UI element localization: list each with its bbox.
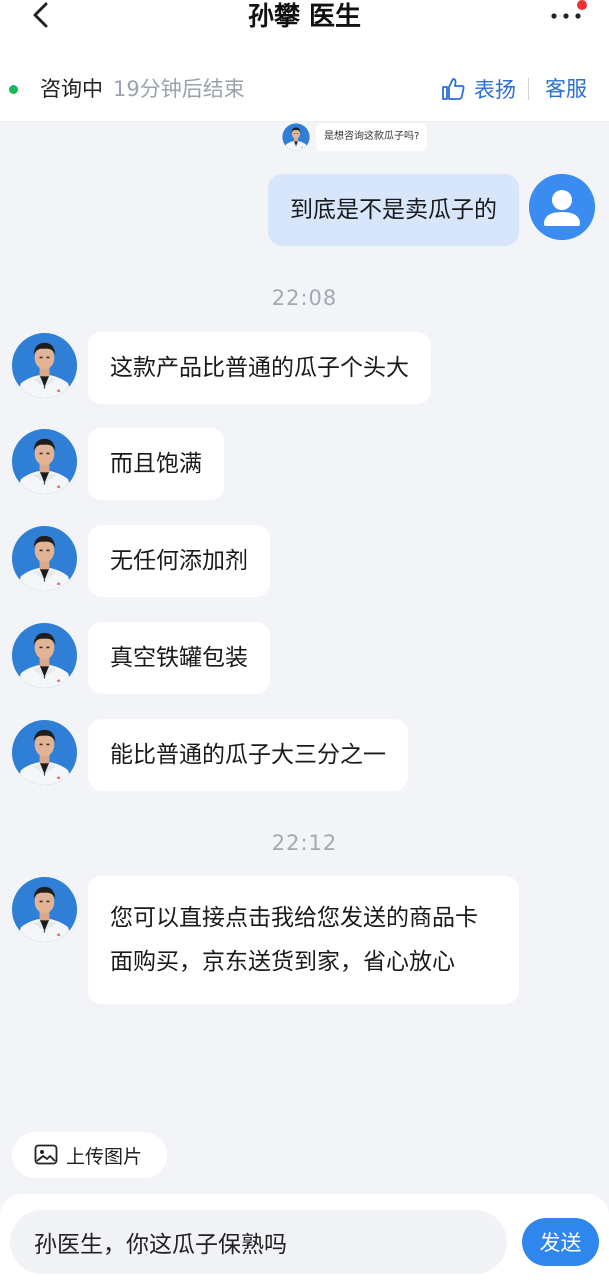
doctor-message-row: 无任何添加剂 xyxy=(11,525,270,597)
composer-bar: 孙医生，你这瓜子保熟吗 发送 xyxy=(0,1194,609,1280)
doctor-avatar xyxy=(282,123,310,151)
status-label: 咨询中 xyxy=(40,77,103,101)
thumbs-up-icon xyxy=(442,78,465,100)
notification-dot xyxy=(577,0,587,10)
image-upload-icon xyxy=(34,1144,58,1165)
app-header: 孙攀 医生 xyxy=(0,0,609,56)
doctor-message-row: 您可以直接点击我给您发送的商品卡面购买，京东送货到家，省心放心 xyxy=(11,876,519,1004)
doctor-message-row: 真空铁罐包装 xyxy=(11,622,270,694)
doctor-message-bubble: 而且饱满 xyxy=(88,428,224,500)
doctor-message-bubble: 这款产品比普通的瓜子个头大 xyxy=(88,332,431,404)
praise-button[interactable]: 表扬 xyxy=(440,72,516,106)
timestamp: 22:08 xyxy=(271,286,338,310)
doctor-question-row: 是想咨询这款瓜子吗? xyxy=(282,122,428,152)
message-input[interactable]: 孙医生，你这瓜子保熟吗 xyxy=(10,1210,507,1274)
doctor-message-row: 这款产品比普通的瓜子个头大 xyxy=(11,332,431,404)
doctor-avatar[interactable] xyxy=(11,719,78,786)
doctor-message-bubble: 您可以直接点击我给您发送的商品卡面购买，京东送货到家，省心放心 xyxy=(88,876,519,1004)
more-dots-icon xyxy=(551,13,581,19)
doctor-message-bubble: 能比普通的瓜子大三分之一 xyxy=(88,719,408,791)
more-options-button[interactable] xyxy=(549,6,583,26)
doctor-avatar[interactable] xyxy=(11,622,78,689)
doctor-avatar[interactable] xyxy=(11,876,78,943)
message-bubble: 是想咨询这款瓜子吗? xyxy=(316,123,428,151)
remaining-time: 19分钟后结束 xyxy=(113,77,245,101)
doctor-message-row: 而且饱满 xyxy=(11,428,224,500)
divider xyxy=(528,78,529,100)
upload-image-button[interactable]: 上传图片 xyxy=(12,1132,167,1178)
doctor-avatar[interactable] xyxy=(11,332,78,399)
chat-area[interactable]: 是想咨询这款瓜子吗? 到底是不是卖瓜子的 22:08 这款产品比普通的瓜子个头大… xyxy=(0,122,609,1194)
doctor-avatar[interactable] xyxy=(11,525,78,592)
send-button[interactable]: 发送 xyxy=(522,1218,599,1266)
customer-service-link[interactable]: 客服 xyxy=(545,74,587,104)
status-dot xyxy=(9,85,18,94)
consult-status-bar: 咨询中 19分钟后结束 表扬 客服 xyxy=(0,56,609,122)
doctor-message-bubble: 无任何添加剂 xyxy=(88,525,270,597)
doctor-message-row: 能比普通的瓜子大三分之一 xyxy=(11,719,408,791)
user-message-bubble: 到底是不是卖瓜子的 xyxy=(268,174,519,246)
praise-label: 表扬 xyxy=(474,78,516,102)
timestamp: 22:12 xyxy=(271,831,338,855)
upload-label: 上传图片 xyxy=(66,1145,143,1168)
page-title: 孙攀 医生 xyxy=(247,2,362,32)
user-avatar-icon xyxy=(529,174,595,240)
user-message-row: 到底是不是卖瓜子的 xyxy=(268,174,595,246)
doctor-message-bubble: 真空铁罐包装 xyxy=(88,622,270,694)
doctor-avatar[interactable] xyxy=(11,428,78,495)
